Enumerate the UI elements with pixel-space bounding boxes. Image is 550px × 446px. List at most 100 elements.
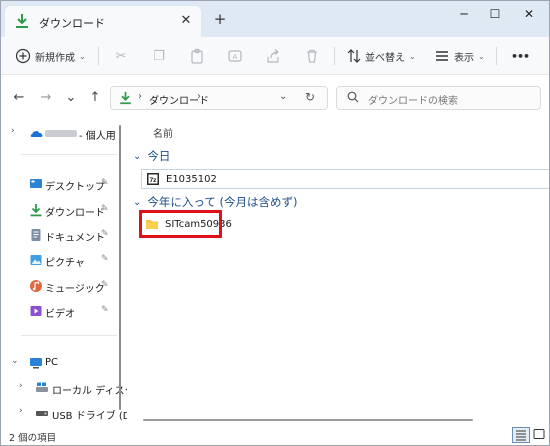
download-icon — [120, 91, 131, 105]
chevron-down-icon: ⌄ — [79, 51, 86, 61]
sidebar-item-local-disk[interactable]: › ローカル ディスク — [1, 377, 134, 399]
chevron-right-icon[interactable]: › — [19, 406, 23, 416]
more-options-button[interactable]: ••• — [507, 45, 530, 67]
sidebar-item-pictures[interactable]: ピクチャ ✎ — [1, 249, 126, 271]
search-box[interactable]: ダウンロードの検索 — [336, 86, 541, 110]
divider — [334, 47, 335, 65]
address-bar[interactable]: › ダウンロード › ⌄ ↻ — [110, 86, 328, 110]
rename-button[interactable]: A — [227, 45, 243, 67]
pin-icon[interactable]: ✎ — [101, 305, 109, 315]
cut-icon: ✂ — [115, 48, 127, 64]
cut-button[interactable]: ✂ — [113, 45, 129, 67]
pin-icon[interactable]: ✎ — [101, 204, 109, 214]
chevron-down-icon[interactable]: ⌄ — [11, 356, 19, 366]
horizontal-scrollbar[interactable] — [143, 419, 473, 421]
view-button[interactable]: 表示 ⌄ — [434, 45, 485, 67]
local-disk-icon — [36, 382, 48, 392]
more-icon: ••• — [511, 49, 530, 63]
divider — [21, 335, 117, 336]
tiles-view-icon — [533, 429, 545, 439]
group-header-this-year[interactable]: ⌄ 今年に入って (今月は含めず) — [133, 194, 297, 210]
sidebar-item-videos[interactable]: ビデオ ✎ — [1, 300, 126, 322]
file-name: E1035102 — [166, 174, 217, 185]
breadcrumb-separator[interactable]: › — [138, 91, 142, 102]
column-header-name[interactable]: 名前 — [153, 125, 173, 140]
onedrive-label: - 個人用 — [79, 131, 116, 142]
new-tab-button[interactable]: + — [211, 10, 229, 28]
music-icon — [30, 280, 42, 292]
pin-icon[interactable]: ✎ — [101, 254, 109, 264]
desktop-icon — [30, 179, 42, 188]
sidebar-item-label: PC — [45, 357, 59, 368]
chevron-down-icon: ⌄ — [133, 150, 142, 162]
close-tab-icon[interactable]: ✕ — [177, 12, 195, 30]
breadcrumb-separator[interactable]: › — [197, 91, 201, 102]
chevron-down-icon[interactable]: ⌄ — [279, 91, 287, 102]
chevron-right-icon[interactable]: › — [11, 126, 15, 136]
view-list-icon — [436, 51, 448, 61]
chevron-down-icon: ⌄ — [409, 51, 416, 61]
copy-icon: ❐ — [153, 48, 165, 64]
tab-bar: ダウンロード ✕ + ─ ☐ ✕ — [1, 1, 549, 37]
group-header-today[interactable]: ⌄ 今日 — [133, 148, 170, 164]
sidebar-item-usb-drive[interactable]: › USB ドライブ (D: — [1, 402, 134, 424]
svg-text:A: A — [233, 54, 238, 61]
refresh-icon[interactable]: ↻ — [305, 90, 315, 104]
sidebar-item-label: ローカル ディスク — [52, 386, 135, 397]
forward-button[interactable]: → — [38, 90, 54, 106]
view-label: 表示 — [454, 52, 474, 64]
svg-text:7z: 7z — [150, 177, 158, 184]
sort-label: 並べ替え — [365, 52, 405, 64]
sidebar-item-pc[interactable]: ⌄ PC — [1, 352, 126, 374]
back-button[interactable]: ← — [11, 90, 27, 106]
onedrive-icon — [30, 131, 43, 137]
file-row[interactable]: 7z E1035102 — [141, 169, 549, 189]
divider — [21, 154, 117, 155]
paste-button[interactable] — [189, 45, 205, 67]
status-bar: 2 個の項目 — [1, 425, 549, 445]
pictures-icon — [30, 255, 42, 265]
pin-icon[interactable]: ✎ — [101, 178, 109, 188]
sidebar-scrollbar[interactable] — [119, 125, 121, 410]
item-count: 2 個の項目 — [9, 433, 57, 444]
sidebar-item-label: ミュージック — [45, 284, 105, 295]
sidebar-item-downloads[interactable]: ダウンロード ✎ — [1, 199, 126, 221]
paste-icon — [191, 48, 203, 64]
sidebar-item-documents[interactable]: ドキュメント ✎ — [1, 224, 126, 246]
share-icon — [267, 49, 279, 63]
chevron-right-icon[interactable]: › — [19, 381, 23, 391]
tab-downloads[interactable]: ダウンロード ✕ — [5, 6, 201, 37]
minimize-button[interactable]: ─ — [450, 5, 478, 23]
sidebar-item-label: ドキュメント — [45, 233, 105, 244]
video-icon — [30, 306, 42, 316]
tiles-view-button[interactable] — [531, 427, 549, 443]
group-label: 今日 — [147, 149, 171, 163]
divider — [98, 47, 99, 65]
pin-icon[interactable]: ✎ — [101, 229, 109, 239]
up-button[interactable]: ↑ — [87, 90, 103, 106]
sort-icon — [347, 49, 361, 63]
add-circle-icon — [15, 48, 31, 64]
copy-button[interactable]: ❐ — [151, 45, 167, 67]
navigation-pane: › - 個人用 デスクトップ ✎ ダウンロード ✎ ドキュメント ✎ ピクチャ … — [1, 120, 134, 425]
close-window-button[interactable]: ✕ — [515, 5, 543, 23]
details-view-button[interactable] — [512, 427, 530, 443]
maximize-button[interactable]: ☐ — [481, 5, 509, 23]
sidebar-item-onedrive[interactable]: › - 個人用 — [1, 122, 126, 144]
sidebar-item-music[interactable]: ミュージック ✎ — [1, 275, 126, 297]
recent-locations-button[interactable]: ⌄ — [63, 90, 79, 106]
share-button[interactable] — [265, 45, 281, 67]
pin-icon[interactable]: ✎ — [101, 280, 109, 290]
download-icon — [30, 204, 42, 217]
delete-button[interactable] — [304, 45, 320, 67]
new-label: 新規作成 — [35, 52, 75, 64]
document-icon — [31, 229, 41, 241]
chevron-down-icon: ⌄ — [478, 51, 485, 61]
usb-drive-icon — [36, 411, 48, 416]
chevron-down-icon: ⌄ — [133, 196, 142, 208]
command-bar: 新規作成 ⌄ ✂ ❐ A 並べ替え ⌄ 表示 ⌄ ••• — [1, 37, 549, 75]
sidebar-item-desktop[interactable]: デスクトップ ✎ — [1, 173, 126, 195]
blurred-account-name — [45, 130, 77, 137]
new-button[interactable]: 新規作成 ⌄ — [15, 45, 86, 67]
sort-button[interactable]: 並べ替え ⌄ — [347, 45, 416, 67]
